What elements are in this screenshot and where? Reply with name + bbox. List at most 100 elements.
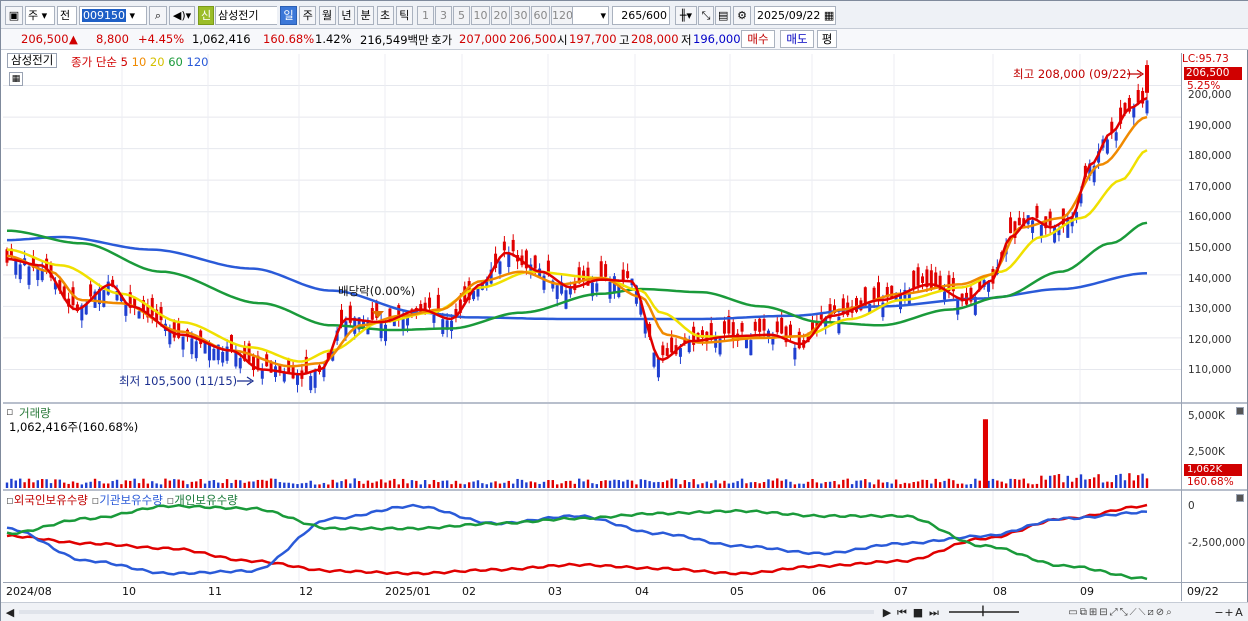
interval-10[interactable]: 10: [471, 6, 490, 25]
interval-3[interactable]: 3: [435, 6, 452, 25]
volume-bar: [683, 480, 687, 488]
speaker-icon[interactable]: ◀)▾: [169, 6, 195, 25]
scroll-track[interactable]: [19, 610, 874, 614]
period-월[interactable]: 월: [318, 6, 336, 25]
scope-select[interactable]: 전: [57, 6, 77, 25]
volume-bar: [824, 482, 827, 488]
close-panel-icon[interactable]: [1236, 407, 1244, 415]
zoom-slider-thumb[interactable]: ┃: [979, 605, 987, 620]
interval-30[interactable]: 30: [511, 6, 530, 25]
lc-label: LC:95.73: [1182, 53, 1229, 65]
volume-bar: [199, 478, 202, 488]
volume-bar: [877, 479, 880, 488]
volume-bar: [516, 478, 519, 488]
volume-bar: [221, 483, 224, 488]
volume-bar: [353, 478, 356, 488]
close-panel-icon[interactable]: [1236, 494, 1244, 502]
draw-tool-icon[interactable]: ⤡: [698, 6, 714, 25]
candle-type-icon[interactable]: ╫▾: [675, 6, 697, 25]
holdings-legend[interactable]: ▫외국인보유수량 ▫기관보유수량 ▫개인보유수량: [6, 492, 238, 508]
period-분[interactable]: 분: [357, 6, 375, 25]
up-arrow-icon: ▲: [69, 32, 78, 46]
sell-button[interactable]: 매도: [780, 30, 814, 48]
volume-bar: [622, 481, 625, 488]
market-select[interactable]: 주 ▾: [25, 6, 55, 25]
volume-bar: [846, 478, 849, 488]
volume-bar: [472, 481, 475, 488]
period-일[interactable]: 일: [280, 6, 297, 25]
auto-scale-icon[interactable]: A: [1234, 605, 1244, 620]
volume-bar: [256, 479, 260, 488]
window-icon[interactable]: ▣: [5, 6, 23, 25]
volume-bar: [357, 481, 361, 488]
open-label: 시: [557, 33, 568, 47]
x-axis-label: 08: [993, 585, 1007, 598]
interval-5[interactable]: 5: [453, 6, 470, 25]
change-value: 8,800: [96, 32, 129, 46]
candle-body: [877, 282, 881, 299]
chart-canvas[interactable]: [1, 50, 1248, 602]
interval-1[interactable]: 1: [417, 6, 434, 25]
x-axis-label: 2024/08: [6, 585, 52, 598]
volume-bar: [1013, 479, 1017, 488]
stop-icon[interactable]: ■: [912, 605, 924, 620]
date-input[interactable]: 2025/09/22 ▦: [754, 6, 836, 25]
panel-divider[interactable]: [3, 402, 1247, 404]
volume-bar: [802, 483, 805, 488]
step-forward-icon[interactable]: ⏭: [928, 605, 940, 620]
chart-tools-icons[interactable]: ▭⧉⊞⊟⤢⤡⟋⟍⧄⊘⌕: [1026, 605, 1216, 620]
volume-bar: [247, 481, 251, 488]
candle-body: [1009, 217, 1013, 234]
volume-bar: [538, 483, 541, 488]
ma-60: 60: [168, 55, 183, 69]
scroll-right-icon[interactable]: ▶: [881, 605, 893, 620]
volume-bar: [833, 480, 836, 488]
ma-legend[interactable]: 종가 단순 5 10 20 60 120: [71, 54, 208, 70]
interval-20[interactable]: 20: [491, 6, 510, 25]
scroll-bar[interactable]: ◀ ▶ ⏮ ■ ⏭ ┃ ▭⧉⊞⊟⤢⤡⟋⟍⧄⊘⌕ − + A: [1, 602, 1248, 621]
candle-body: [212, 348, 216, 361]
volume-bar: [450, 484, 453, 488]
period-초[interactable]: 초: [376, 6, 394, 25]
candle-body: [89, 284, 93, 297]
volume-bar: [894, 479, 898, 488]
volume-bar: [54, 479, 57, 488]
price-ytick: 160,000: [1188, 211, 1232, 224]
settings-gear-icon[interactable]: ⚙: [733, 6, 751, 25]
save-icon[interactable]: ▤: [715, 6, 731, 25]
search-icon[interactable]: ⌕: [149, 6, 167, 25]
volume-bar: [956, 483, 959, 488]
volume-bar: [36, 480, 40, 488]
panel-divider[interactable]: [3, 489, 1247, 491]
stock-tag[interactable]: 삼성전기: [7, 53, 58, 68]
interval-60[interactable]: 60: [531, 6, 550, 25]
zoom-in-icon[interactable]: +: [1224, 605, 1234, 620]
interval-120[interactable]: 120: [551, 6, 573, 25]
period-년[interactable]: 년: [337, 6, 355, 25]
volume-bar: [432, 479, 436, 488]
interval-dropdown[interactable]: ▾: [571, 6, 609, 25]
buy-button[interactable]: 매수: [741, 30, 775, 48]
volume-bar: [265, 480, 268, 488]
scroll-left-icon[interactable]: ◀: [5, 605, 15, 620]
volume-bar: [582, 481, 585, 488]
period-틱[interactable]: 틱: [395, 6, 413, 25]
evaluate-button[interactable]: 평: [817, 30, 837, 48]
volume-bar: [481, 483, 484, 488]
volume-bar: [379, 479, 383, 488]
volume-bar: [168, 480, 172, 488]
volume-bar: [397, 484, 400, 488]
stock-name[interactable]: 삼성전기: [215, 6, 277, 25]
count-field[interactable]: 265/600: [612, 6, 670, 25]
candle-body: [1017, 217, 1021, 226]
volume-bar: [978, 480, 981, 488]
x-axis-label: 02: [462, 585, 476, 598]
code-input[interactable]: 009150 ▾: [79, 6, 147, 25]
zoom-out-icon[interactable]: −: [1214, 605, 1224, 620]
calculator-icon[interactable]: ▦: [9, 72, 23, 86]
price-ytick: 130,000: [1188, 303, 1232, 316]
period-주[interactable]: 주: [299, 6, 317, 25]
volume-bar: [723, 480, 726, 488]
volume-bar: [76, 482, 79, 488]
step-back-icon[interactable]: ⏮: [896, 605, 908, 620]
